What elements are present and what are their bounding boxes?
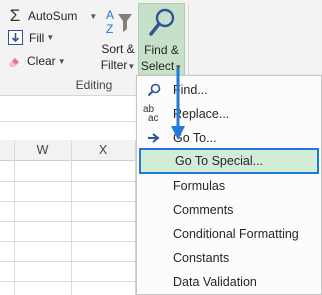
replace-icon: ab ac (143, 104, 159, 124)
find-select-menu: Find... ab ac Replace... Go To... Go To S… (136, 75, 322, 295)
chevron-down-icon: ▼ (127, 62, 136, 71)
fill-down-icon (8, 30, 23, 45)
menu-item-label: Conditional Formatting (173, 227, 299, 241)
menu-item-formulas[interactable]: Formulas (137, 174, 321, 198)
search-icon (143, 79, 165, 101)
sort-filter-label-line1: Sort & (101, 42, 135, 56)
grid-hline (0, 261, 136, 262)
grid-hline (0, 181, 136, 182)
fill-label: Fill (29, 30, 45, 45)
chevron-down-icon: ▼ (57, 56, 66, 66)
menu-item-find[interactable]: Find... (137, 78, 321, 102)
grid-hline (0, 221, 136, 222)
grid-hline (0, 241, 136, 242)
menu-item-replace[interactable]: ab ac Replace... (137, 102, 321, 126)
menu-item-go-to-special[interactable]: Go To Special... (139, 148, 319, 174)
chevron-down-icon: ▼ (89, 11, 98, 21)
find-select-button[interactable]: Find & Select▼ (138, 3, 185, 76)
clear-label: Clear (27, 54, 56, 68)
grid-vline (71, 140, 72, 295)
sort-filter-label-line2: Filter (100, 58, 128, 72)
chevron-down-icon: ▼ (46, 33, 55, 42)
fill-button[interactable]: Fill ▼ (8, 30, 54, 45)
menu-item-go-to[interactable]: Go To... (137, 126, 321, 150)
arrow-right-icon (143, 127, 165, 149)
magnifier-icon (147, 7, 177, 39)
annotation-arrow-icon (171, 68, 185, 140)
formula-bar-divider (0, 121, 136, 122)
autosum-button[interactable]: Σ AutoSum ▼ (6, 6, 98, 26)
sort-filter-icon: A Z (104, 6, 134, 40)
eraser-icon (8, 55, 21, 68)
menu-item-comments[interactable]: Comments (137, 198, 321, 222)
menu-item-label: Comments (173, 203, 234, 217)
column-header-x[interactable]: X (71, 143, 135, 157)
menu-item-label: Formulas (173, 179, 226, 193)
sort-filter-line2-wrap: Filter▼ (98, 58, 138, 72)
find-select-label-line1: Find & (144, 43, 179, 57)
sigma-icon: Σ (9, 6, 21, 25)
svg-text:A: A (106, 8, 114, 22)
menu-item-conditional-formatting[interactable]: Conditional Formatting (137, 222, 321, 246)
column-header-w[interactable]: W (14, 143, 71, 157)
sort-filter-button[interactable]: A Z Sort & Filter▼ (98, 4, 138, 76)
menu-item-data-validation[interactable]: Data Validation (137, 270, 321, 294)
grid-hline (0, 201, 136, 202)
menu-item-label: Constants (173, 251, 230, 265)
autosum-label: AutoSum (28, 9, 78, 23)
clear-button[interactable]: Clear ▼ (8, 54, 66, 68)
svg-text:Z: Z (106, 22, 113, 36)
menu-item-constants[interactable]: Constants (137, 246, 321, 270)
grid-vline (14, 140, 15, 295)
menu-item-label: Data Validation (173, 275, 257, 289)
grid-hline (0, 281, 136, 282)
menu-item-label: Go To Special... (175, 154, 264, 168)
